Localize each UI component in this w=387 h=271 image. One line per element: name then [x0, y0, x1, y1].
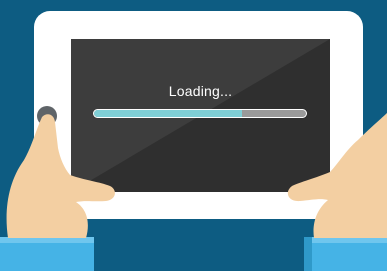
right-sleeve: [304, 237, 387, 271]
left-hand: [6, 114, 115, 238]
hands: [0, 112, 387, 271]
illustration-scene: Loading...: [0, 0, 387, 271]
left-sleeve: [0, 237, 94, 271]
right-hand: [287, 112, 387, 238]
